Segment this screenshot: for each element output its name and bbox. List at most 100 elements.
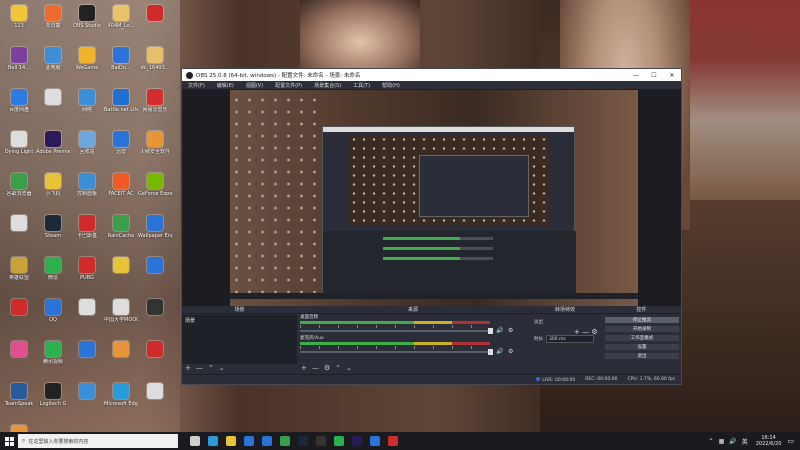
menu-tools[interactable]: 工具(T) [353,82,370,89]
add-scene-button[interactable]: + [185,364,191,372]
volume-slider[interactable] [300,330,490,332]
taskbar-edge-icon[interactable] [204,432,222,450]
desktop-icon[interactable]: TeamSpeak [2,380,36,416]
source-up-button[interactable]: ⌃ [335,364,341,372]
desktop-icon[interactable]: 谷歌浏览器 [2,170,36,206]
obs-window[interactable]: OBS 25.0.8 (64-bit, windows) - 配置文件: 未命名… [181,68,682,385]
obs-titlebar[interactable]: OBS 25.0.8 (64-bit, windows) - 配置文件: 未命名… [182,69,681,81]
desktop-icon[interactable]: Logitech G [36,380,70,416]
desktop-icon[interactable] [2,296,36,332]
desktop-icon[interactable] [104,338,138,374]
desktop-icon[interactable] [104,254,138,290]
clock[interactable]: 16:14 2022/6/20 [756,435,782,447]
studio-mode-button[interactable]: 工作室模式 [604,334,680,342]
desktop-icon[interactable]: 网易云音乐 [138,86,172,122]
desktop-icon[interactable]: 迅雷 [104,128,138,164]
taskbar-qq-icon[interactable] [366,432,384,450]
desktop-icon[interactable]: FACEIT AC [104,170,138,206]
minimize-button[interactable]: — [627,72,645,79]
desktop-icon[interactable]: QQ [36,296,70,332]
volume-icon[interactable]: 🔊 [729,438,736,445]
menu-file[interactable]: 文件(F) [188,82,205,89]
desktop-icon[interactable] [138,2,172,38]
desktop-icon[interactable] [70,338,104,374]
desktop-icon[interactable]: 404M_Lo... [104,2,138,38]
speaker-icon[interactable]: 🔊 [496,348,503,355]
search-box[interactable]: ⌕ 在这里输入你要搜索的内容 [18,434,178,448]
taskbar-pr-icon[interactable] [348,432,366,450]
desktop-icon[interactable] [2,338,36,374]
desktop-icon[interactable]: 中国大学MOOC [104,296,138,332]
menu-scene-collection[interactable]: 场景集合(S) [314,82,341,89]
gear-icon[interactable]: ⚙ [508,327,515,334]
desktop-icon[interactable]: 控制面板 [70,170,104,206]
menu-view[interactable]: 视图(V) [246,82,263,89]
tray-chevron-icon[interactable]: ⌃ [709,438,714,445]
desktop-icon[interactable]: 微信 [36,254,70,290]
desktop-icon[interactable]: RainCache [104,212,138,248]
duration-input[interactable]: 300 ms [546,335,594,343]
desktop-icon[interactable]: WeGame [70,44,104,80]
desktop-icon[interactable] [2,212,36,248]
desktop-icon[interactable]: Microsoft Edge [104,380,138,416]
menu-help[interactable]: 帮助(H) [382,82,400,89]
remove-source-button[interactable]: — [312,364,319,372]
desktop-icon[interactable]: Wallpaper Engine [138,212,172,248]
add-source-button[interactable]: + [301,364,307,372]
desktop-icon[interactable]: Steam [36,212,70,248]
taskbar-task-view-icon[interactable] [186,432,204,450]
desktop-icon[interactable] [138,338,172,374]
exit-button[interactable]: 退出 [604,352,680,360]
desktop-icon[interactable] [36,86,70,122]
gear-icon[interactable]: ⚙ [508,348,515,355]
desktop-icon[interactable]: 向日葵 [36,2,70,38]
notification-icon[interactable]: ▭ [787,437,794,445]
stop-stream-button[interactable]: 停止推流 [604,316,680,324]
desktop-icon[interactable]: Dying Light [2,128,36,164]
volume-knob[interactable] [488,328,493,334]
scenes-list[interactable]: 场景 [182,315,297,364]
desktop-icon[interactable]: GeForce Experience [138,170,172,206]
move-up-button[interactable]: ⌃ [208,364,214,372]
desktop-icon[interactable]: 火绒安全软件 [138,128,172,164]
scene-item[interactable]: 场景 [185,317,195,324]
start-button[interactable] [0,432,18,450]
source-properties-button[interactable]: ⚙ [324,364,330,372]
taskbar-store-icon[interactable] [240,432,258,450]
desktop-icon[interactable]: Battle.net Lite [104,86,138,122]
taskbar-obs-icon[interactable] [312,432,330,450]
desktop-icon[interactable] [138,380,172,416]
desktop-icon[interactable]: 回收站 [70,128,104,164]
transition-type[interactable]: 淡出 [534,319,543,325]
desktop-icon[interactable]: 小飞机 [36,170,70,206]
desktop-icon[interactable] [138,296,172,332]
desktop-icon[interactable] [70,380,104,416]
desktop-icon[interactable]: dc_16493... [138,44,172,80]
desktop-icon[interactable]: 卡巴斯基 [70,212,104,248]
desktop-icon[interactable]: 百度网盘 [2,86,36,122]
volume-knob[interactable] [488,349,493,355]
desktop-icon[interactable]: 此电脑 [36,44,70,80]
source-down-button[interactable]: ⌄ [346,364,352,372]
desktop-icon[interactable]: Bell 14... [2,44,36,80]
menu-profile[interactable]: 配置文件(P) [275,82,302,89]
taskbar-chrome-icon[interactable] [276,432,294,450]
desktop-icon[interactable]: 网络 [70,86,104,122]
taskbar-explorer-icon[interactable] [222,432,240,450]
desktop-icon[interactable]: PUBG [70,254,104,290]
close-button[interactable]: ✕ [663,72,681,79]
taskbar-netease-icon[interactable] [384,432,402,450]
speaker-icon[interactable]: 🔊 [496,327,503,334]
desktop-icon[interactable]: 英雄联盟 [2,254,36,290]
taskbar-wechat-icon[interactable] [330,432,348,450]
start-recording-button[interactable]: 开始录制 [604,325,680,333]
settings-button[interactable]: 设置 [604,343,680,351]
input-language[interactable]: 英 [742,437,748,446]
maximize-button[interactable]: ☐ [645,72,663,79]
desktop-icon[interactable]: 腾讯视频 [36,338,70,374]
network-icon[interactable]: ▦ [719,438,725,445]
remove-scene-button[interactable]: — [196,364,203,372]
taskbar-steam-icon[interactable] [294,432,312,450]
obs-preview[interactable] [182,90,681,306]
move-down-button[interactable]: ⌄ [219,364,225,372]
